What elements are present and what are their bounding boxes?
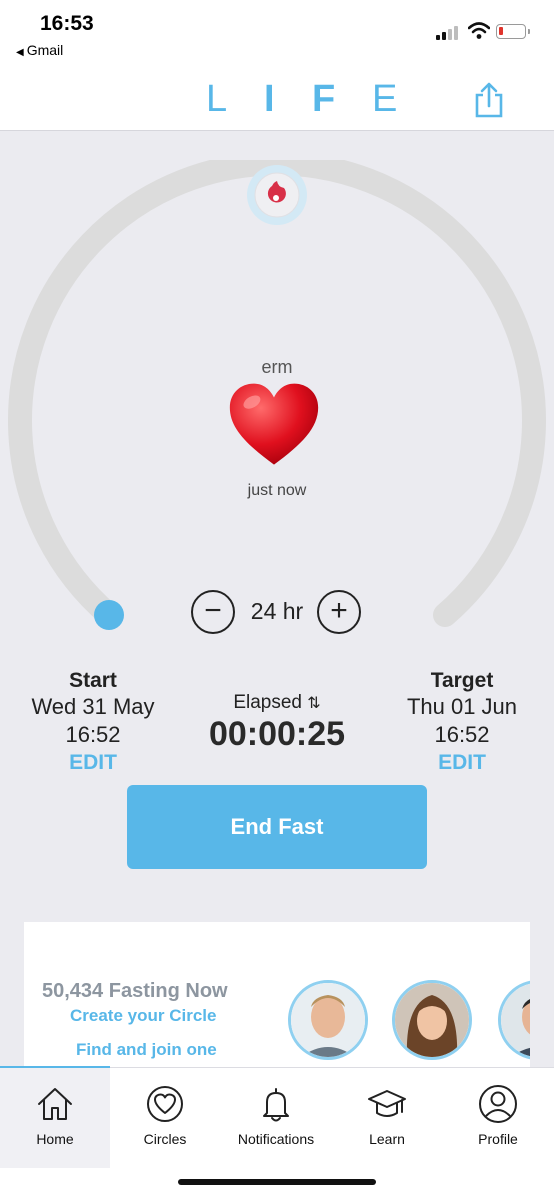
edit-target-button[interactable]: EDIT — [387, 751, 537, 775]
share-icon[interactable] — [474, 82, 504, 118]
graduation-cap-icon — [368, 1090, 406, 1117]
person-photo — [395, 983, 469, 1057]
target-date: Thu 01 Jun — [406, 694, 518, 719]
create-circle-link[interactable]: Create your Circle — [70, 1006, 216, 1026]
back-triangle-icon: ◀ — [16, 47, 24, 58]
target-label: Target — [430, 669, 494, 692]
increase-duration-button[interactable]: + — [317, 590, 361, 634]
mood-label: erm — [261, 357, 293, 377]
app-header: L I F E — [0, 70, 554, 131]
user-icon — [479, 1085, 517, 1123]
back-app-label: Gmail — [26, 42, 64, 58]
fast-duration: 24 hr — [250, 598, 304, 624]
heart-icon — [229, 383, 319, 465]
edit-start-button[interactable]: EDIT — [18, 751, 168, 775]
community-card: 50,434 Fasting Now Create your Circle Fi… — [24, 922, 530, 1067]
progress-dot[interactable] — [94, 600, 124, 630]
battery-icon — [496, 24, 530, 39]
tab-label: Circles — [143, 1131, 187, 1147]
person-photo — [291, 983, 365, 1057]
tab-home[interactable]: Home — [0, 1068, 110, 1168]
avatar[interactable] — [498, 980, 530, 1060]
logo-letter: L — [206, 78, 228, 120]
mood-timestamp: just now — [247, 482, 307, 499]
plus-icon: + — [330, 594, 348, 627]
status-time: 16:53 — [40, 12, 94, 35]
minus-icon: − — [204, 594, 222, 627]
heart-circle-icon — [147, 1086, 183, 1122]
tab-label: Home — [36, 1131, 74, 1147]
back-to-app-link[interactable]: ◀ Gmail — [16, 42, 63, 58]
elapsed-toggle[interactable]: Elapsed ⇅ — [190, 692, 364, 714]
end-fast-button[interactable]: End Fast — [127, 785, 427, 869]
bell-icon — [263, 1088, 289, 1122]
find-join-link[interactable]: Find and join one — [76, 1040, 217, 1060]
start-info: Start Wed 31 May 16:52 EDIT — [18, 669, 168, 775]
start-label: Start — [69, 669, 117, 692]
avatar[interactable] — [392, 980, 472, 1060]
person-photo — [501, 983, 530, 1057]
target-time: 16:52 — [434, 722, 490, 747]
tab-profile[interactable]: Profile — [443, 1068, 553, 1168]
logo-letter: I — [264, 78, 275, 120]
start-time: 16:52 — [65, 722, 121, 747]
swap-arrows-icon: ⇅ — [307, 695, 321, 712]
tab-label: Profile — [478, 1131, 518, 1147]
decrease-duration-button[interactable]: − — [191, 590, 235, 634]
life-logo: L I F E — [206, 78, 406, 122]
signal-icon — [436, 24, 462, 40]
target-info: Target Thu 01 Jun 16:52 EDIT — [387, 669, 537, 775]
elapsed-label: Elapsed — [233, 692, 302, 713]
logo-letter: E — [372, 78, 398, 120]
start-date: Wed 31 May — [31, 694, 155, 719]
status-bar: 16:53 ◀ Gmail — [0, 0, 554, 70]
tab-label: Learn — [369, 1131, 405, 1147]
tab-notifications[interactable]: Notifications — [221, 1068, 331, 1168]
wifi-icon — [468, 22, 490, 39]
fasting-now-count: 50,434 Fasting Now — [42, 980, 228, 1002]
tab-learn[interactable]: Learn — [332, 1068, 442, 1168]
tab-label: Notifications — [237, 1131, 315, 1147]
home-indicator — [178, 1179, 376, 1185]
elapsed-time: 00:00:25 — [208, 715, 346, 753]
avatar[interactable] — [288, 980, 368, 1060]
home-icon — [38, 1088, 72, 1120]
tab-circles[interactable]: Circles — [110, 1068, 220, 1168]
logo-letter: F — [312, 78, 336, 120]
